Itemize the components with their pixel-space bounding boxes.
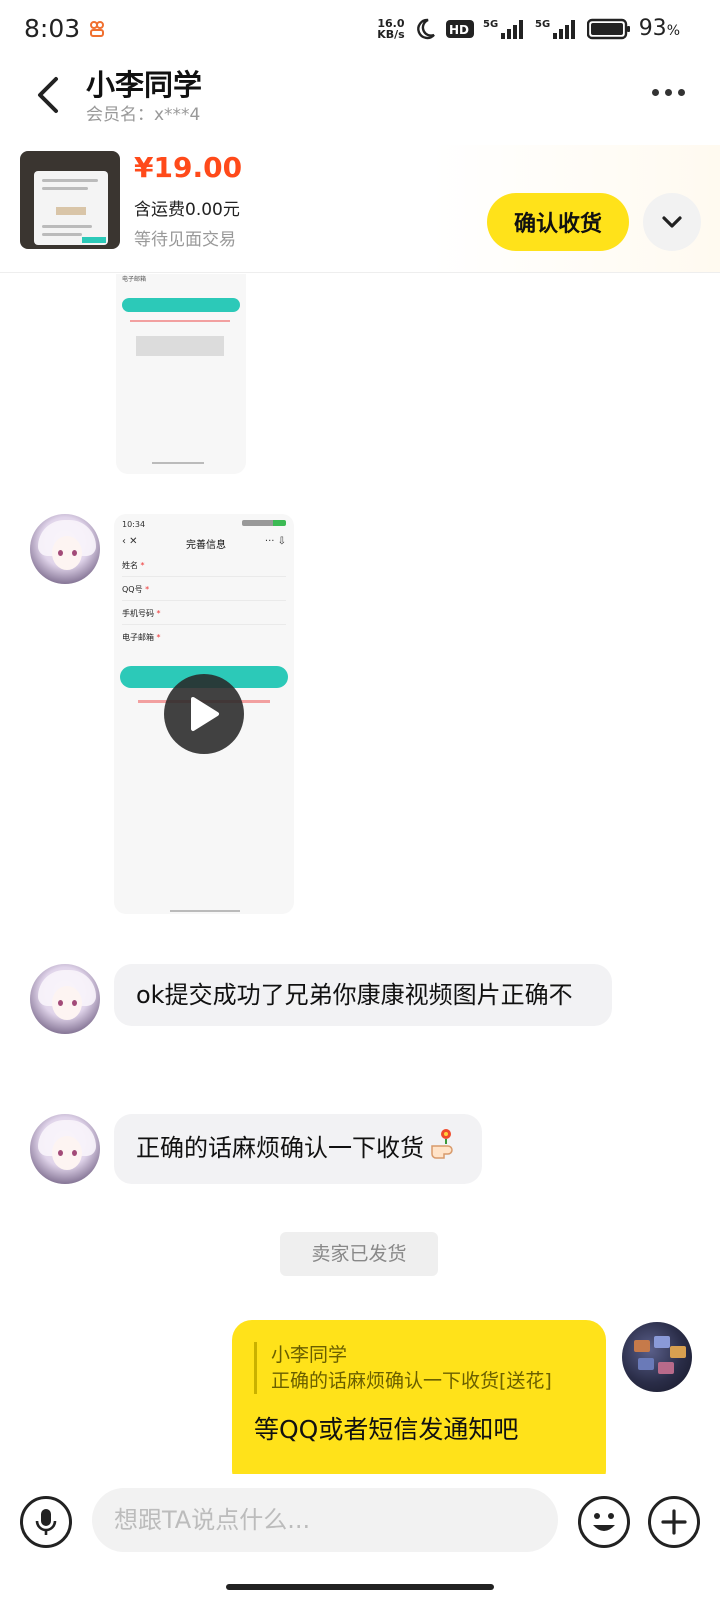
network-speed: 16.0 KB/s — [377, 16, 405, 41]
expand-button[interactable] — [643, 193, 701, 251]
my-message-bubble[interactable]: 小李同学 正确的话麻烦确认一下收货[送花] 等QQ或者短信发通知吧 — [232, 1320, 606, 1474]
svg-text:5G: 5G — [483, 19, 498, 30]
page-title: 小李同学 — [86, 68, 203, 102]
chat-messages[interactable]: 电子邮箱 10:34 ‹ ✕ 完善信息 ··· ⇩ 姓名 * QQ号 * 手机号… — [0, 274, 720, 1474]
my-message-text: 等QQ或者短信发通知吧 — [254, 1415, 519, 1444]
voice-button[interactable] — [20, 1496, 72, 1548]
more-actions-button[interactable] — [648, 1496, 700, 1548]
signal-5g-icon: 5G — [483, 19, 523, 39]
chat-header: 小李同学 会员名：x***4 — [0, 60, 720, 140]
message-bubble[interactable]: 正确的话麻烦确认一下收货 — [114, 1114, 482, 1184]
status-right: 16.0 KB/s HD 5G 5G 93% — [377, 16, 680, 41]
plus-icon — [661, 1509, 687, 1535]
chevron-left-icon — [38, 77, 58, 113]
play-icon — [191, 697, 219, 731]
send-flower-icon — [431, 1129, 453, 1159]
order-status: 等待见面交易 — [134, 230, 236, 250]
avatar[interactable] — [30, 514, 100, 584]
my-avatar[interactable] — [622, 1322, 692, 1392]
battery-level: 93% — [638, 16, 680, 41]
input-bar — [0, 1474, 720, 1564]
member-name: 会员名：x***4 — [86, 105, 201, 125]
order-card: ¥19.00 含运费0.00元 等待见面交易 确认收货 — [0, 145, 720, 273]
system-message: 卖家已发货 — [280, 1232, 438, 1276]
shipping-fee: 含运费0.00元 — [134, 200, 240, 220]
status-time: 8:03 — [24, 14, 81, 43]
avatar[interactable] — [30, 1114, 100, 1184]
smiley-icon — [593, 1513, 615, 1531]
moon-icon — [416, 18, 435, 39]
more-button[interactable] — [640, 72, 696, 112]
hd-icon: HD — [445, 19, 474, 38]
signal-5g-icon-2: 5G — [535, 19, 575, 39]
svg-text:5G: 5G — [535, 19, 550, 30]
status-bar: 8:03 16.0 KB/s HD 5G 5G 93% — [0, 0, 720, 60]
message-bubble[interactable]: ok提交成功了兄弟你康康视频图片正确不 — [114, 964, 612, 1026]
home-indicator[interactable] — [226, 1584, 494, 1590]
battery-icon — [586, 18, 630, 39]
confirm-receipt-button[interactable]: 确认收货 — [487, 193, 629, 251]
image-message[interactable]: 电子邮箱 — [116, 274, 246, 474]
back-button[interactable] — [28, 70, 68, 120]
svg-text:HD: HD — [449, 23, 469, 37]
emoji-button[interactable] — [578, 1496, 630, 1548]
quoted-message[interactable]: 小李同学 正确的话麻烦确认一下收货[送花] — [254, 1342, 552, 1394]
video-nav-icons: ‹ ✕ — [122, 536, 138, 547]
product-thumbnail[interactable] — [20, 151, 120, 249]
avatar[interactable] — [30, 964, 100, 1034]
video-message[interactable]: 10:34 ‹ ✕ 完善信息 ··· ⇩ 姓名 * QQ号 * 手机号码 * 电… — [114, 514, 294, 914]
more-dots-icon — [651, 88, 659, 96]
chevron-down-icon — [662, 216, 682, 228]
message-input[interactable] — [92, 1488, 558, 1552]
microphone-icon — [35, 1509, 57, 1535]
play-button[interactable] — [164, 674, 244, 754]
app-notification-icon — [90, 21, 104, 37]
order-price: ¥19.00 — [134, 151, 243, 184]
